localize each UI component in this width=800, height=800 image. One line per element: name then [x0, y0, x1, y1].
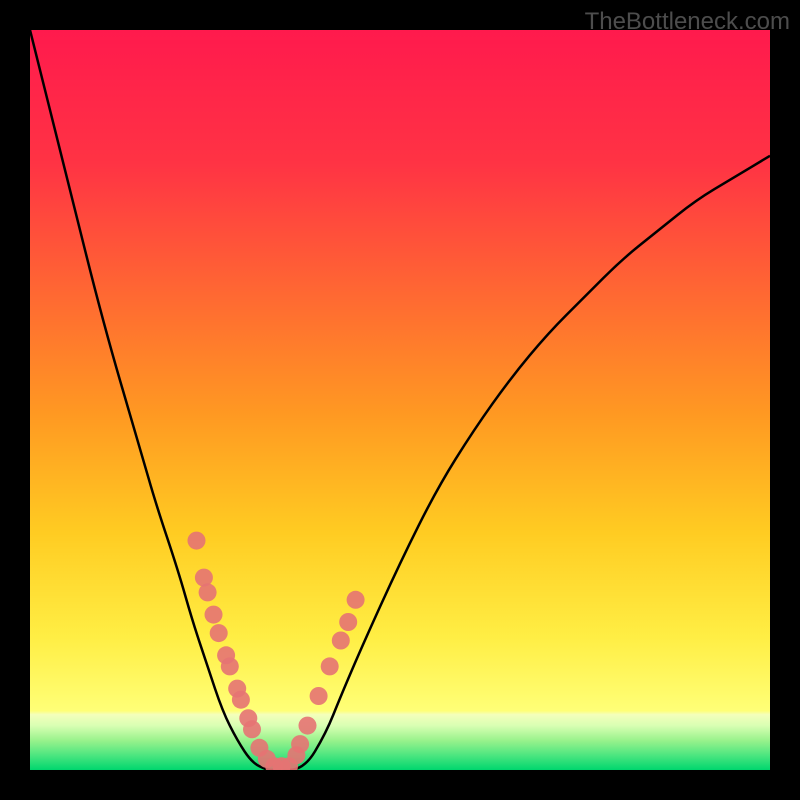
data-point: [221, 657, 239, 675]
data-points-group: [188, 532, 365, 770]
data-point: [299, 717, 317, 735]
data-point: [291, 735, 309, 753]
data-point: [243, 720, 261, 738]
bottleneck-curve: [30, 30, 770, 770]
data-point: [332, 632, 350, 650]
data-point: [321, 657, 339, 675]
data-point: [188, 532, 206, 550]
data-point: [199, 583, 217, 601]
watermark-text: TheBottleneck.com: [585, 8, 790, 36]
plot-area: [30, 30, 770, 770]
data-point: [210, 624, 228, 642]
data-point: [347, 591, 365, 609]
curve-layer: [30, 30, 770, 770]
data-point: [339, 613, 357, 631]
data-point: [232, 691, 250, 709]
data-point: [205, 606, 223, 624]
data-point: [310, 687, 328, 705]
